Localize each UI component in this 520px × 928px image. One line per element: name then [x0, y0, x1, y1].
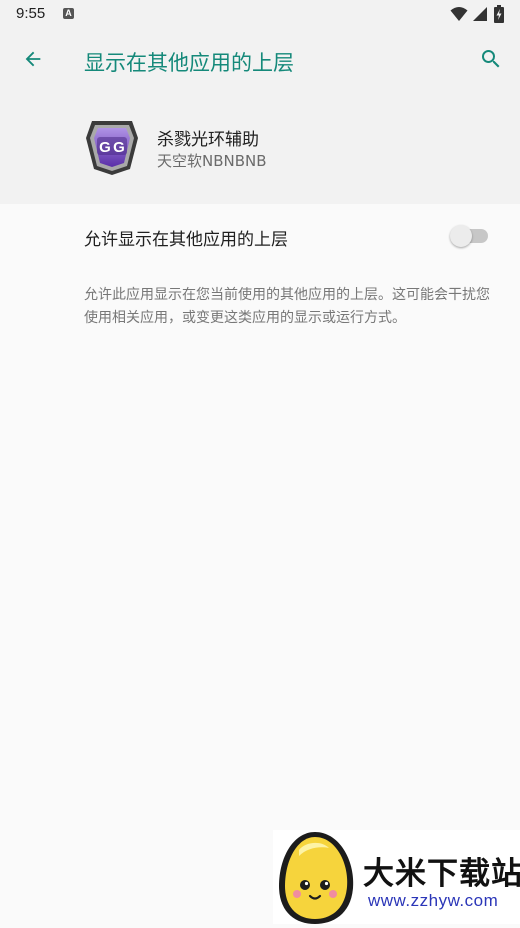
watermark-url: www.zzhyw.com: [368, 891, 499, 910]
status-bar: 9:55 A: [0, 0, 520, 28]
app-bar: 显示在其他应用的上层: [0, 28, 520, 94]
permission-toggle-row[interactable]: 允许显示在其他应用的上层: [0, 204, 520, 268]
notification-icon: A: [63, 8, 74, 19]
app-icon-letter-2: G: [113, 139, 125, 156]
game-guardian-app-icon: G G: [84, 118, 140, 180]
toggle-thumb: [450, 225, 472, 247]
battery-charging-icon: [494, 5, 504, 27]
watermark-title: 大米下载站: [363, 856, 520, 892]
app-header: G G 杀戮光环辅助 天空软NBNBNB: [0, 94, 520, 204]
page-title: 显示在其他应用的上层: [84, 51, 294, 75]
watermark-banner: 大米下载站 www.zzhyw.com: [273, 830, 520, 924]
arrow-left-icon: [22, 48, 44, 74]
app-icon-letter-1: G: [99, 139, 111, 156]
app-developer: 天空软NBNBNB: [157, 152, 267, 170]
search-icon: [479, 47, 503, 75]
rice-mascot-icon: [275, 830, 359, 928]
status-time: 9:55: [16, 5, 46, 22]
search-button[interactable]: [471, 41, 511, 81]
permission-label: 允许显示在其他应用的上层: [84, 230, 288, 250]
permission-description: 允许此应用显示在您当前使用的其他应用的上层。这可能会干扰您使用相关应用，或变更这…: [84, 287, 490, 326]
app-name: 杀戮光环辅助: [157, 130, 259, 150]
wifi-icon: [450, 6, 468, 26]
permission-toggle-switch[interactable]: [450, 224, 490, 248]
back-button[interactable]: [13, 41, 53, 81]
signal-icon: [472, 6, 488, 26]
